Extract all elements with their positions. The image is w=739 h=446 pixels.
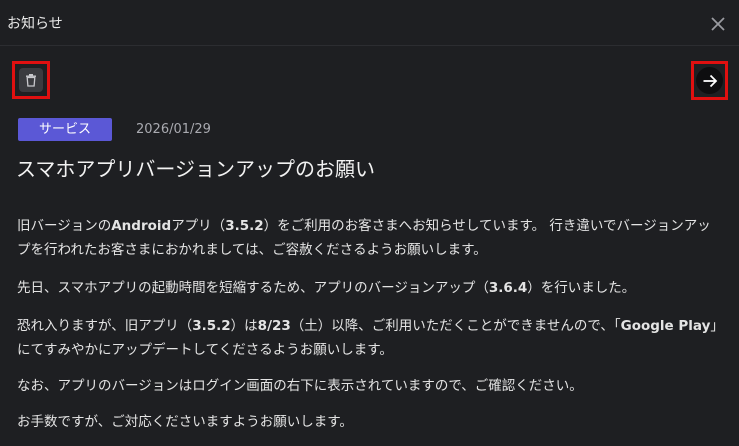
- notice-date: 2026/01/29: [136, 122, 211, 137]
- notice-paragraph: 先日、スマホアプリの起動時間を短縮するため、アプリのバージョンアップ（3.6.4…: [17, 280, 636, 296]
- notice-paragraph: なお、アプリのバージョンはログイン画面の右下に表示されていますので、ご確認くださ…: [17, 378, 583, 394]
- notice-paragraph: 恐れ入りますが、旧アプリ（3.5.2）は8/23（土）以降、ご利用いただくことが…: [17, 318, 718, 358]
- next-button[interactable]: [691, 61, 728, 100]
- notice-paragraph: 旧バージョンのAndroidアプリ（3.5.2）をご利用のお客さまへお知らせして…: [17, 218, 711, 258]
- dialog-header: お知らせ: [0, 0, 739, 46]
- arrow-right-icon: [696, 67, 723, 94]
- notice-headline: スマホアプリバージョンアップのお願い: [16, 157, 375, 181]
- dialog-title: お知らせ: [7, 16, 63, 32]
- category-badge: サービス: [18, 118, 112, 141]
- close-icon[interactable]: [708, 14, 728, 34]
- notice-paragraph: お手数ですが、ご対応くださいますようお願いします。: [17, 414, 353, 430]
- delete-button[interactable]: [12, 61, 50, 99]
- trash-icon: [19, 68, 43, 92]
